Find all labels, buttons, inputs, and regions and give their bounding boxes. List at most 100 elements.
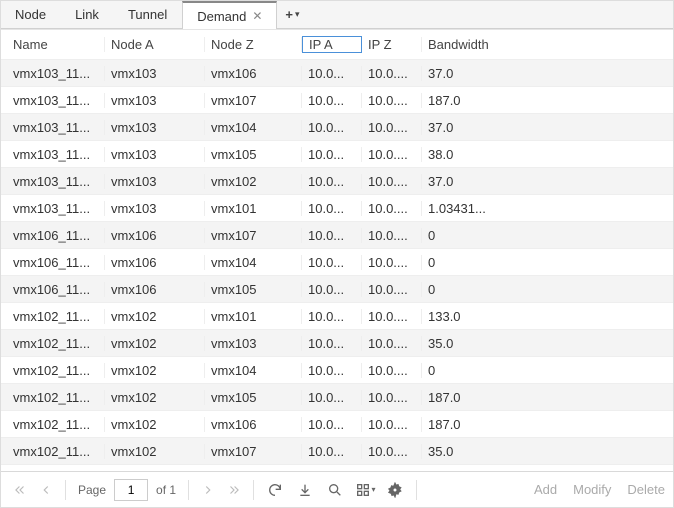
last-page-button[interactable] [223,479,245,501]
cell-name: vmx102_11... [7,363,105,378]
next-page-button[interactable] [197,479,219,501]
cell-ip-a: 10.0... [302,147,362,162]
cell-node-z: vmx102 [205,174,302,189]
cell-bw: 35.0 [422,336,652,351]
cell-ip-z: 10.0.... [362,255,422,270]
data-grid: Name Node A Node Z IP A IP Z Bandwidth v… [1,29,673,471]
delete-button[interactable]: Delete [627,482,665,497]
chevron-down-icon: ▾ [372,485,376,494]
tab-demand[interactable]: Demand ✕ [182,1,277,29]
search-button[interactable] [322,477,348,503]
cell-node-a: vmx103 [105,93,205,108]
cell-ip-a: 10.0... [302,174,362,189]
add-button[interactable]: Add [534,482,557,497]
cell-node-z: vmx104 [205,363,302,378]
cell-bw: 187.0 [422,417,652,432]
page-label: Page [78,483,106,497]
close-icon[interactable]: ✕ [252,9,262,23]
col-node-z[interactable]: Node Z [205,37,302,52]
col-ip-z[interactable]: IP Z [362,37,422,52]
prev-page-button[interactable] [35,479,57,501]
separator [65,480,66,500]
col-node-a[interactable]: Node A [105,37,205,52]
cell-bw: 37.0 [422,120,652,135]
col-ip-a[interactable]: IP A [302,36,362,53]
table-row[interactable]: vmx106_11...vmx106vmx10710.0...10.0....0 [1,222,673,249]
col-bandwidth[interactable]: Bandwidth [422,37,652,52]
cell-node-z: vmx106 [205,417,302,432]
cell-name: vmx103_11... [7,174,105,189]
cell-ip-z: 10.0.... [362,336,422,351]
cell-ip-z: 10.0.... [362,66,422,81]
cell-node-a: vmx103 [105,120,205,135]
separator [416,480,417,500]
table-row[interactable]: vmx102_11...vmx102vmx10110.0...10.0....1… [1,303,673,330]
cell-ip-z: 10.0.... [362,390,422,405]
download-button[interactable] [292,477,318,503]
cell-ip-a: 10.0... [302,390,362,405]
cell-ip-z: 10.0.... [362,201,422,216]
cell-node-z: vmx105 [205,147,302,162]
cell-ip-a: 10.0... [302,255,362,270]
cell-ip-z: 10.0.... [362,174,422,189]
table-row[interactable]: vmx102_11...vmx102vmx10310.0...10.0....3… [1,330,673,357]
table-row[interactable]: vmx102_11...vmx102vmx10710.0...10.0....3… [1,438,673,465]
first-page-button[interactable] [9,479,31,501]
cell-name: vmx103_11... [7,120,105,135]
table-row[interactable]: vmx106_11...vmx106vmx10510.0...10.0....0 [1,276,673,303]
table-row[interactable]: vmx103_11...vmx103vmx10410.0...10.0....3… [1,114,673,141]
cell-node-a: vmx103 [105,147,205,162]
modify-button[interactable]: Modify [573,482,611,497]
cell-ip-z: 10.0.... [362,228,422,243]
tab-link[interactable]: Link [61,1,114,28]
cell-name: vmx106_11... [7,255,105,270]
cell-node-z: vmx107 [205,93,302,108]
cell-ip-a: 10.0... [302,363,362,378]
cell-ip-z: 10.0.... [362,363,422,378]
cell-bw: 37.0 [422,174,652,189]
cell-ip-a: 10.0... [302,120,362,135]
cell-node-z: vmx107 [205,444,302,459]
cell-bw: 37.0 [422,66,652,81]
tab-node[interactable]: Node [1,1,61,28]
cell-node-z: vmx104 [205,120,302,135]
refresh-button[interactable] [262,477,288,503]
cell-node-z: vmx101 [205,309,302,324]
cell-ip-a: 10.0... [302,336,362,351]
cell-node-a: vmx103 [105,201,205,216]
table-row[interactable]: vmx103_11...vmx103vmx10110.0...10.0....1… [1,195,673,222]
cell-name: vmx102_11... [7,336,105,351]
cell-ip-a: 10.0... [302,228,362,243]
table-row[interactable]: vmx106_11...vmx106vmx10410.0...10.0....0 [1,249,673,276]
cell-node-z: vmx101 [205,201,302,216]
separator [188,480,189,500]
table-row[interactable]: vmx103_11...vmx103vmx10710.0...10.0....1… [1,87,673,114]
table-row[interactable]: vmx102_11...vmx102vmx10610.0...10.0....1… [1,411,673,438]
cell-node-z: vmx107 [205,228,302,243]
tab-tunnel[interactable]: Tunnel [114,1,182,28]
cell-node-z: vmx105 [205,282,302,297]
table-row[interactable]: vmx102_11...vmx102vmx10510.0...10.0....1… [1,384,673,411]
table-row[interactable]: vmx103_11...vmx103vmx10610.0...10.0....3… [1,60,673,87]
cell-node-z: vmx105 [205,390,302,405]
cell-node-a: vmx103 [105,174,205,189]
cell-node-a: vmx102 [105,363,205,378]
cell-ip-a: 10.0... [302,444,362,459]
settings-button[interactable] [382,477,408,503]
table-row[interactable]: vmx102_11...vmx102vmx10410.0...10.0....0 [1,357,673,384]
tab-strip: Node Link Tunnel Demand ✕ + ▾ [1,1,673,29]
cell-bw: 1.03431... [422,201,652,216]
tiles-button[interactable]: ▾ [352,477,378,503]
col-name[interactable]: Name [7,37,105,52]
table-row[interactable]: vmx103_11...vmx103vmx10510.0...10.0....3… [1,141,673,168]
cell-node-z: vmx103 [205,336,302,351]
chevron-down-icon: ▾ [295,9,300,20]
cell-ip-a: 10.0... [302,66,362,81]
cell-bw: 133.0 [422,309,652,324]
cell-name: vmx102_11... [7,444,105,459]
cell-name: vmx106_11... [7,282,105,297]
page-input[interactable] [114,479,148,501]
table-row[interactable]: vmx103_11...vmx103vmx10210.0...10.0....3… [1,168,673,195]
add-tab-button[interactable]: + ▾ [277,1,307,28]
cell-node-a: vmx102 [105,309,205,324]
